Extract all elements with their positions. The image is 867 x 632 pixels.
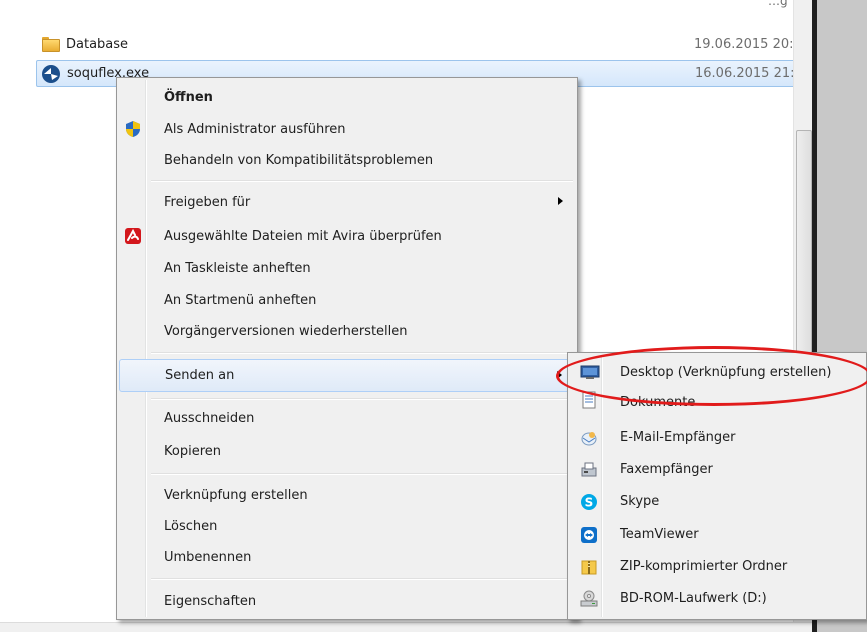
menu-item-label: Eigenschaften (164, 593, 257, 609)
menu-separator (151, 180, 573, 182)
menu-item-label: BD-ROM-Laufwerk (D:) (620, 591, 767, 606)
context-menu: Öffnen Als Administrator ausführen Behan… (116, 77, 578, 620)
sendto-item-teamviewer[interactable]: TeamViewer (570, 520, 864, 549)
menu-item-label: Dokumente (620, 394, 696, 410)
sendto-item-mail[interactable]: E-Mail-Empfänger (570, 423, 864, 452)
file-date: 19.06.2015 20:5 (694, 37, 802, 52)
menu-item-label: Öffnen (164, 89, 213, 105)
menu-item-label: An Startmenü anheften (164, 292, 317, 308)
horizontal-scrollbar[interactable] (0, 622, 812, 632)
menu-item-run-as-admin[interactable]: Als Administrator ausführen (119, 114, 575, 144)
menu-item-label: Löschen (164, 518, 218, 534)
file-date: 16.06.2015 21:2 (695, 66, 803, 81)
menu-item-label: Freigeben für (164, 194, 251, 210)
menu-item-cut[interactable]: Ausschneiden (119, 403, 575, 433)
menu-item-label: Als Administrator ausführen (164, 121, 346, 137)
folder-icon (42, 37, 60, 52)
menu-item-label: E-Mail-Empfänger (620, 430, 736, 445)
menu-item-label: Skype (620, 494, 660, 509)
skype-icon: S (581, 494, 597, 510)
menu-item-label: Desktop (Verknüpfung erstellen) (620, 364, 832, 380)
file-name: Database (66, 37, 129, 52)
documents-icon (582, 391, 596, 409)
menu-item-create-shortcut[interactable]: Verknüpfung erstellen (119, 480, 575, 510)
sendto-item-desktop[interactable]: Desktop (Verknüpfung erstellen) (570, 357, 864, 387)
menu-item-label: TeamViewer (620, 527, 699, 542)
menu-item-label: Senden an (165, 368, 235, 383)
menu-item-label: ZIP-komprimierter Ordner (620, 559, 788, 574)
menu-item-label: Umbenennen (164, 549, 252, 565)
menu-item-compatibility[interactable]: Behandeln von Kompatibilitätsproblemen (119, 145, 575, 175)
menu-item-label: Kopieren (164, 443, 221, 459)
menu-item-label: Behandeln von Kompatibilitätsproblemen (164, 152, 434, 168)
sendto-item-skype[interactable]: S Skype (570, 487, 864, 516)
menu-separator (151, 578, 573, 580)
menu-separator (151, 352, 573, 354)
menu-item-restore-versions[interactable]: Vorgängerversionen wiederherstellen (119, 316, 575, 346)
sendto-item-zip[interactable]: ZIP-komprimierter Ordner (570, 552, 864, 581)
zip-folder-icon (581, 560, 597, 575)
menu-item-avira[interactable]: Ausgewählte Dateien mit Avira überprüfen (119, 221, 575, 251)
sendto-item-bdrom[interactable]: BD-ROM-Laufwerk (D:) (570, 584, 864, 613)
menu-item-properties[interactable]: Eigenschaften (119, 586, 575, 616)
menu-item-label: An Taskleiste anheften (164, 260, 311, 276)
teamviewer-icon (581, 527, 597, 543)
sendto-item-documents[interactable]: Dokumente (570, 389, 864, 415)
submenu-arrow-icon (557, 371, 562, 379)
menu-item-open[interactable]: Öffnen (119, 82, 575, 112)
menu-item-copy[interactable]: Kopieren (119, 436, 575, 466)
file-row-database[interactable]: Database 19.06.2015 20:5 (36, 31, 812, 58)
fax-icon (581, 462, 597, 477)
submenu-arrow-icon (558, 197, 563, 205)
menu-item-label: Ausschneiden (164, 410, 255, 426)
mail-icon (581, 432, 597, 446)
svg-text:S: S (585, 496, 594, 510)
menu-item-send-to[interactable]: Senden an (119, 359, 575, 392)
menu-item-label: Verknüpfung erstellen (164, 487, 308, 503)
menu-item-share[interactable]: Freigeben für (119, 187, 575, 217)
send-to-submenu: Desktop (Verknüpfung erstellen) Dokument… (567, 352, 867, 620)
menu-item-rename[interactable]: Umbenennen (119, 542, 575, 572)
menu-item-delete[interactable]: Löschen (119, 511, 575, 541)
menu-item-pin-start[interactable]: An Startmenü anheften (119, 285, 575, 315)
desktop-icon (580, 365, 600, 379)
menu-item-label: Vorgängerversionen wiederherstellen (164, 323, 408, 339)
uac-shield-icon (126, 121, 140, 137)
menu-item-label: Ausgewählte Dateien mit Avira überprüfen (164, 228, 442, 244)
avira-icon (125, 228, 141, 244)
bd-rom-drive-icon (580, 590, 598, 607)
menu-item-label: Faxempfänger (620, 462, 713, 477)
menu-separator (151, 473, 573, 475)
truncated-header-text: …g (768, 0, 788, 8)
soquflex-app-icon (42, 64, 60, 83)
sendto-item-fax[interactable]: Faxempfänger (570, 455, 864, 484)
menu-item-pin-taskbar[interactable]: An Taskleiste anheften (119, 253, 575, 283)
menu-separator (151, 398, 573, 400)
